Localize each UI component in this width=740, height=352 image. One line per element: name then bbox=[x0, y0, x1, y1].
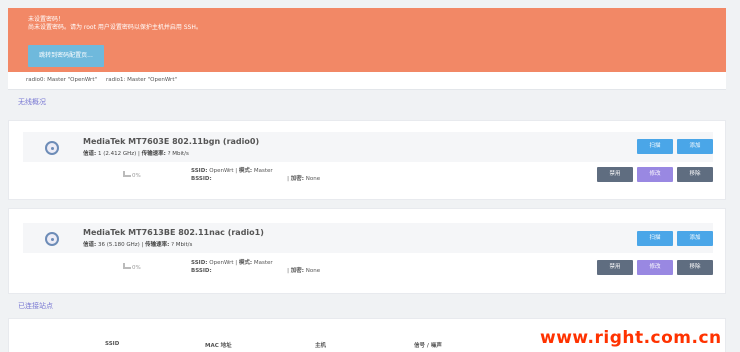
radio0-device-row: MediaTek MT7603E 802.11bgn (radio0) 信道: … bbox=[23, 132, 713, 162]
wireless-icon bbox=[45, 141, 59, 155]
disable-button[interactable]: 禁用 bbox=[597, 260, 633, 275]
alert-message: 尚未设置密码。请为 root 用户设置密码以保护主机并启用 SSH。 bbox=[28, 24, 202, 31]
radio1-device-row: MediaTek MT7613BE 802.11nac (radio1) 信道:… bbox=[23, 223, 713, 253]
radio-tabs: radio0: Master "OpenWrt" radio1: Master … bbox=[8, 72, 726, 90]
remove-button[interactable]: 移除 bbox=[677, 260, 713, 275]
tab-radio0[interactable]: radio0: Master "OpenWrt" bbox=[26, 77, 97, 83]
add-button[interactable]: 添加 bbox=[677, 231, 713, 246]
col-mac: MAC 地址 bbox=[205, 343, 232, 349]
scan-button[interactable]: 扫描 bbox=[637, 139, 673, 154]
section-wireless-overview: 无线概况 bbox=[18, 98, 46, 106]
add-button[interactable]: 添加 bbox=[677, 139, 713, 154]
device-name: MediaTek MT7613BE 802.11nac (radio1) bbox=[83, 228, 264, 237]
wireless-icon bbox=[45, 232, 59, 246]
disable-button[interactable]: 禁用 bbox=[597, 167, 633, 182]
network-info: SSID: OpenWrt | 模式: Master BSSID: | 加密: … bbox=[191, 168, 321, 182]
signal-indicator: 0% bbox=[123, 263, 141, 271]
device-info: 信道: 1 (2.412 GHz) | 传输速率: ? Mbit/s bbox=[83, 151, 189, 157]
password-warning-alert: 未设置密码！ 尚未设置密码。请为 root 用户设置密码以保护主机并启用 SSH… bbox=[8, 8, 726, 72]
edit-button[interactable]: 修改 bbox=[637, 167, 673, 182]
watermark: www.right.com.cn bbox=[540, 328, 722, 348]
col-signal-noise: 信号 / 噪声 bbox=[414, 343, 442, 349]
col-ssid: SSID bbox=[105, 341, 120, 347]
network-info: SSID: OpenWrt | 模式: Master BSSID: | 加密: … bbox=[191, 260, 321, 274]
col-host: 主机 bbox=[315, 343, 327, 349]
alert-title: 未设置密码！ bbox=[28, 16, 65, 23]
radio0-panel: MediaTek MT7603E 802.11bgn (radio0) 信道: … bbox=[8, 120, 726, 200]
device-name: MediaTek MT7603E 802.11bgn (radio0) bbox=[83, 137, 260, 146]
signal-indicator: 0% bbox=[123, 171, 141, 179]
edit-button[interactable]: 修改 bbox=[637, 260, 673, 275]
remove-button[interactable]: 移除 bbox=[677, 167, 713, 182]
device-info: 信道: 36 (5.180 GHz) | 传输速率: ? Mbit/s bbox=[83, 242, 193, 248]
radio1-panel: MediaTek MT7613BE 802.11nac (radio1) 信道:… bbox=[8, 208, 726, 294]
tab-radio1[interactable]: radio1: Master "OpenWrt" bbox=[106, 77, 177, 83]
scan-button[interactable]: 扫描 bbox=[637, 231, 673, 246]
goto-password-button[interactable]: 跳转到密码配置页... bbox=[28, 45, 104, 67]
section-connected-stations: 已连接站点 bbox=[18, 302, 53, 310]
